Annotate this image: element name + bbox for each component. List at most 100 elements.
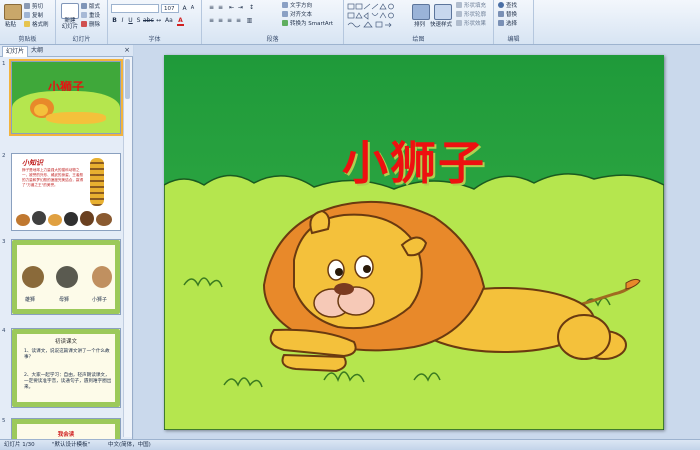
slide-editor: 小狮子 (134, 45, 700, 439)
font-size-box[interactable]: 107 (161, 4, 179, 13)
smartart-button[interactable]: 转换为 SmartArt (282, 19, 333, 27)
giraffe-image (90, 158, 104, 206)
editing-group-label: 编辑 (507, 36, 520, 43)
quick-styles-icon[interactable] (434, 4, 452, 20)
new-slide-icon[interactable] (61, 3, 79, 19)
arrange-button[interactable]: 排列 (414, 20, 425, 28)
slide-thumbnail-1[interactable]: 小狮子 (9, 59, 123, 136)
format-painter-button[interactable]: 格式刷 (24, 20, 49, 28)
paragraph-group-label: 段落 (266, 36, 279, 43)
numbering-icon[interactable]: ≡ (217, 4, 224, 11)
replace-icon (498, 11, 504, 17)
slide-number: 1 (2, 61, 6, 67)
shape-fill-button[interactable]: 形状填充 (456, 1, 486, 9)
thumb-lion-body (46, 112, 106, 124)
shadow-icon[interactable]: S (135, 17, 142, 24)
align-right-icon[interactable]: ≡ (226, 17, 233, 24)
increase-indent-icon[interactable]: ⇥ (237, 4, 244, 11)
editing-group: 查找 替换 选择 编辑 (494, 0, 534, 44)
ribbon: 粘贴 剪切 复制 格式刷 剪贴板 新建 幻灯片 版式 重设 删除 幻灯片 107… (0, 0, 700, 45)
slides-group-label: 幻灯片 (72, 36, 91, 43)
thumb-item: 1、读课文，说说这篇课文讲了一个什么故事？ (24, 349, 110, 360)
slide-number: 3 (2, 239, 6, 245)
new-slide-button[interactable]: 新建 幻灯片 (59, 18, 81, 30)
scrollbar-thumb[interactable] (125, 59, 130, 99)
close-pane-icon[interactable]: × (124, 46, 130, 54)
cub-photo (92, 266, 112, 288)
clipboard-group-label: 剪贴板 (18, 36, 37, 43)
paste-button[interactable]: 粘贴 (5, 20, 16, 28)
shapes-gallery-icon[interactable] (347, 3, 405, 29)
replace-button[interactable]: 替换 (498, 10, 517, 18)
select-button[interactable]: 选择 (498, 19, 517, 27)
scissors-icon (24, 3, 30, 9)
delete-slide-button[interactable]: 删除 (81, 20, 100, 28)
italic-icon[interactable]: I (119, 17, 126, 24)
shape-outline-button[interactable]: 形状轮廓 (456, 10, 486, 18)
copy-button[interactable]: 复制 (24, 11, 43, 19)
drawing-group: 排列 快速样式 形状填充 形状轮廓 形状效果 绘图 (344, 0, 494, 44)
tab-outline[interactable]: 大纲 (28, 46, 46, 56)
thumb-title: 初读课文 (54, 339, 77, 345)
tab-slides[interactable]: 幻灯片 (2, 46, 29, 57)
drawing-group-label: 绘图 (412, 36, 425, 43)
columns-icon[interactable]: ▥ (246, 17, 253, 24)
slide-title[interactable]: 小狮子 (164, 127, 664, 193)
caption: 母狮 (59, 297, 70, 303)
underline-icon[interactable]: U (127, 17, 134, 24)
paste-icon[interactable] (4, 4, 22, 20)
decrease-indent-icon[interactable]: ⇤ (228, 4, 235, 11)
change-case-icon[interactable]: Aa (165, 17, 173, 24)
binoculars-icon (498, 2, 504, 8)
slide-thumbnail-3[interactable]: 雄狮 母狮 小狮子 (11, 239, 121, 315)
animals-image (16, 208, 116, 228)
find-button[interactable]: 查找 (498, 1, 517, 9)
align-center-icon[interactable]: ≡ (217, 17, 224, 24)
align-left-icon[interactable]: ≡ (208, 17, 215, 24)
font-group-label: 字体 (148, 36, 161, 43)
font-color-icon[interactable]: A (177, 17, 184, 26)
justify-icon[interactable]: ≡ (235, 17, 242, 24)
pen-icon (456, 11, 462, 17)
pane-scrollbar[interactable] (123, 57, 132, 437)
bold-icon[interactable]: B (111, 17, 118, 24)
status-bar: 幻灯片 1/30 "默认设计模板" 中文(简体，中国) (0, 439, 700, 450)
cut-button[interactable]: 剪切 (24, 2, 43, 10)
text-direction-button[interactable]: 文字方向 (282, 1, 312, 9)
char-spacing-icon[interactable]: ↔ (155, 17, 162, 24)
slide-thumbnail-2[interactable]: 小知识 狮子是地球上力量强大的猫科动物之一，被誉的外形、威武的身姿、王者般的力量… (11, 153, 121, 231)
quick-styles-button[interactable]: 快速样式 (430, 20, 452, 28)
reset-icon (81, 12, 87, 18)
shape-effects-button[interactable]: 形状效果 (456, 19, 486, 27)
thumb-title: 我会读 (57, 432, 75, 438)
layout-icon (81, 3, 87, 9)
slides-pane: 幻灯片 大纲 × 1 小狮子 2 小知识 狮子是地球上力量强大的猫科动物之一，被… (0, 45, 133, 439)
thumb-lion-face (34, 104, 48, 116)
reset-button[interactable]: 重设 (81, 11, 100, 19)
pane-tabs: 幻灯片 大纲 × (0, 45, 133, 57)
brush-icon (24, 21, 30, 27)
arrange-icon[interactable] (412, 4, 430, 20)
delete-icon (81, 21, 87, 27)
slide-number: 2 (2, 153, 6, 159)
layout-button[interactable]: 版式 (81, 2, 100, 10)
slide-thumbnail-4[interactable]: 初读课文 1、读课文，说说这篇课文讲了一个什么故事？ 2、大家一起学习：自由，轻… (11, 328, 121, 408)
bullets-icon[interactable]: ≡ (208, 4, 215, 11)
shrink-font-icon[interactable]: A (189, 5, 196, 12)
grow-font-icon[interactable]: A (181, 5, 188, 12)
caption: 雄狮 (25, 297, 36, 303)
fill-bucket-icon (456, 2, 462, 8)
current-slide[interactable]: 小狮子 (164, 55, 664, 430)
slide-thumbnail-5[interactable]: 我会读 (11, 418, 121, 439)
slides-group: 新建 幻灯片 版式 重设 删除 幻灯片 (56, 0, 108, 44)
align-text-icon (282, 11, 288, 17)
lioness-photo (56, 266, 78, 288)
strikethrough-icon[interactable]: abc (143, 17, 154, 24)
line-spacing-icon[interactable]: ↕ (248, 4, 255, 11)
thumb-title: 小知识 (22, 159, 43, 167)
clipboard-group: 粘贴 剪切 复制 格式刷 剪贴板 (0, 0, 56, 44)
caption: 小狮子 (92, 297, 108, 303)
align-text-button[interactable]: 对齐文本 (282, 10, 312, 18)
male-lion-photo (22, 266, 44, 288)
font-name-box[interactable] (111, 4, 159, 13)
